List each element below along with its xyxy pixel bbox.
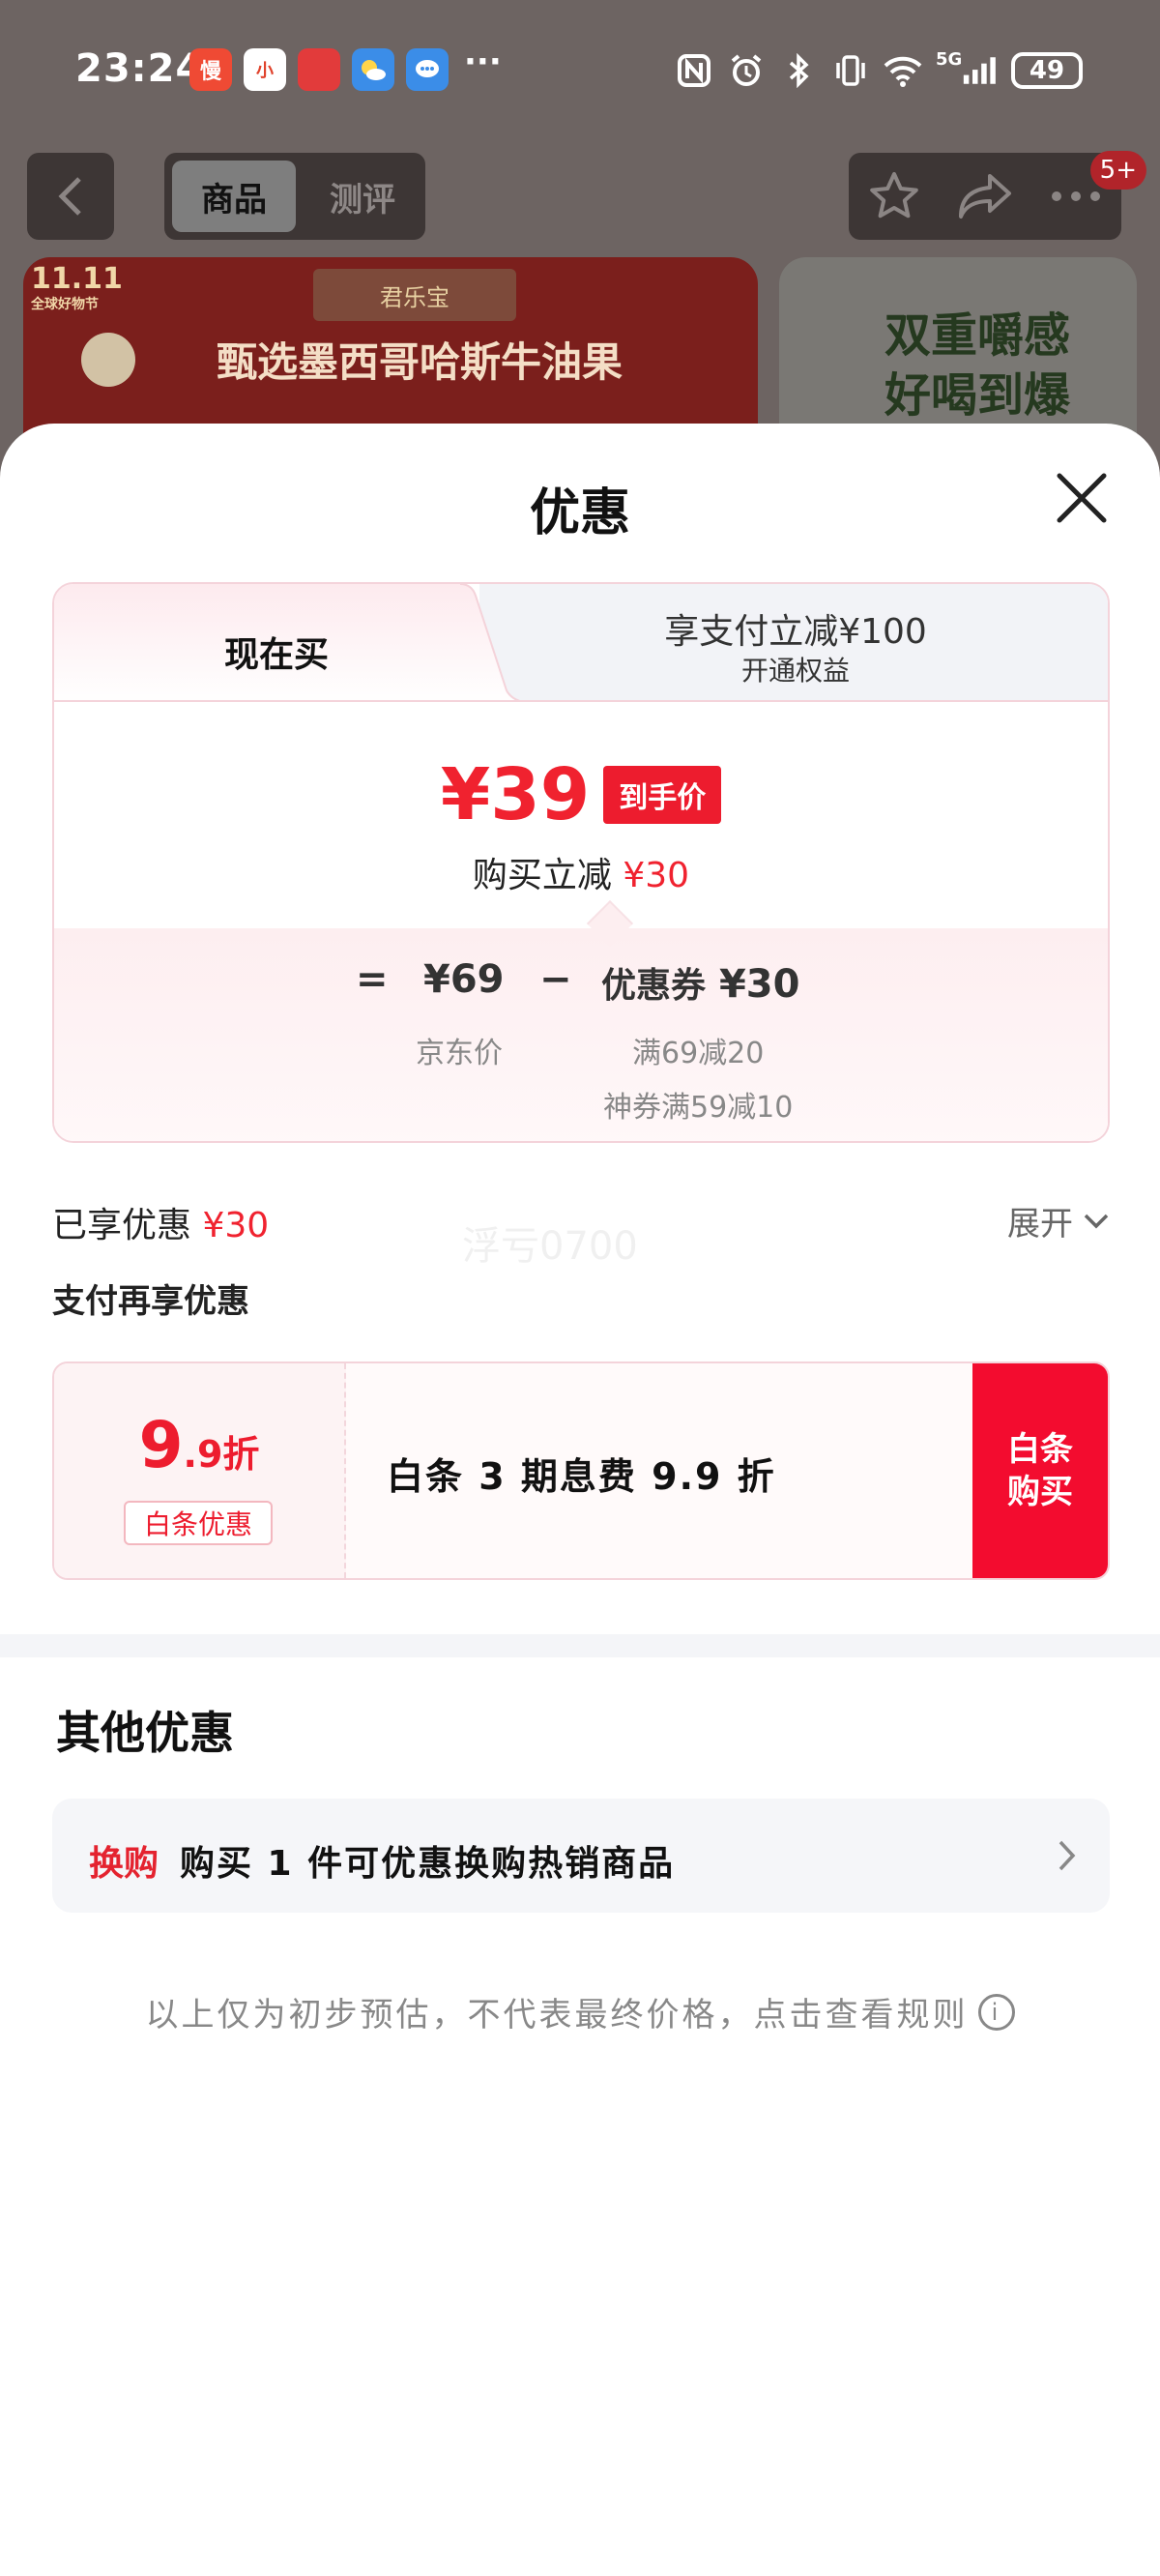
nav-actions <box>849 153 1121 240</box>
favorite-button[interactable] <box>849 153 940 240</box>
tab-buy-now-label: 现在买 <box>223 635 329 675</box>
tab-pay-discount[interactable]: 享支付立减¥100 开通权益 <box>479 584 1108 700</box>
enjoyed-label: 已享优惠 <box>52 1206 192 1245</box>
banner-title: 甄选墨西哥哈斯牛油果 <box>216 337 623 386</box>
tab-pay-title: 享支付立减¥100 <box>664 612 927 652</box>
baitiao-tag: 白条优惠 <box>124 1501 273 1545</box>
tab-review[interactable]: 测评 <box>309 161 416 232</box>
brand-name: 君乐宝 <box>380 283 450 311</box>
formula-jd-price: ¥69 <box>423 957 505 1002</box>
footnote-text: 以上仅为初步预估，不代表最终价格，点击查看规则 <box>145 1996 969 2034</box>
coupon-detail-1: 满69减20 <box>632 1037 765 1070</box>
message-icon <box>406 48 449 91</box>
nfc-icon <box>675 51 713 90</box>
double11-chip: 11.11 全球好物节 <box>31 262 128 325</box>
formula-coupon-label: 优惠券 <box>601 966 707 1006</box>
network-label: 5G <box>936 48 963 70</box>
swap-offer-row[interactable]: 换购 购买 1 件可优惠换购热销商品 <box>52 1799 1110 1913</box>
vibrate-icon <box>831 51 870 90</box>
system-icons: 5G 49 <box>675 48 1083 93</box>
baitiao-offer-card[interactable]: 9.9折 白条优惠 白条 3 期息费 9.9 折 白条 购买 <box>52 1361 1110 1580</box>
baitiao-buy-line1: 白条 <box>1007 1430 1073 1469</box>
signal-5g-icon: 5G <box>936 48 998 90</box>
share-icon <box>959 174 1011 219</box>
info-icon: i <box>977 1993 1015 2031</box>
baitiao-buy-button[interactable]: 白条 购买 <box>972 1363 1108 1578</box>
instant-discount-label: 购买立减 <box>472 856 612 895</box>
other-offers-title: 其他优惠 <box>56 1707 234 1759</box>
baitiao-discount-small: .9折 <box>183 1433 260 1476</box>
brand-logo-icon <box>81 333 135 387</box>
price-detail: ¥39 到手价 购买立减 ¥30 = ¥69 − 优惠券 ¥30 京东价 满69… <box>54 700 1108 1141</box>
double11-label: 11.11 <box>31 262 123 296</box>
more-notifications-icon: ··· <box>464 43 502 81</box>
share-button[interactable] <box>940 153 1030 240</box>
baitiao-discount-panel: 9.9折 白条优惠 <box>54 1363 346 1578</box>
enjoyed-value: ¥30 <box>202 1206 270 1245</box>
banner-secondary-text: 双重嚼感 好喝到爆 <box>884 308 1070 423</box>
final-price: ¥39 <box>440 753 591 836</box>
watermark: 浮亏0700 <box>462 1224 638 1269</box>
section-divider <box>0 1634 1160 1657</box>
wifi-icon <box>884 51 922 90</box>
expand-button[interactable]: 展开 <box>1007 1197 1110 1244</box>
price-card: 享支付立减¥100 开通权益 现在买 ¥39 到手价 购买立减 ¥30 = ¥6… <box>52 582 1110 1143</box>
formula-coupon-value: ¥30 <box>718 962 800 1007</box>
tab-product[interactable]: 商品 <box>172 161 296 232</box>
enjoyed-discount: 已享优惠 ¥30 <box>52 1197 269 1247</box>
weather-icon <box>352 48 394 91</box>
tab-pay-sub: 开通权益 <box>740 655 850 687</box>
final-price-row: ¥39 到手价 <box>54 758 1108 832</box>
chevron-left-icon <box>58 177 81 216</box>
notification-badge: 5+ <box>1089 151 1146 190</box>
alarm-icon <box>727 51 766 90</box>
pay-more-label: 支付再享优惠 <box>52 1282 249 1321</box>
formula-notch <box>586 899 634 948</box>
instant-discount-value: ¥30 <box>623 856 690 895</box>
rules-footnote[interactable]: 以上仅为初步预估，不代表最终价格，点击查看规则 i <box>0 1988 1160 2035</box>
coupon-detail-2: 神券满59减10 <box>603 1091 794 1125</box>
close-icon <box>1057 473 1107 523</box>
status-time: 23:24 <box>75 46 204 91</box>
close-button[interactable] <box>1052 468 1112 528</box>
bluetooth-icon <box>779 51 818 90</box>
formula-equals: = <box>356 957 389 1002</box>
slow-app-icon: 慢 <box>189 48 232 91</box>
swap-tag: 换购 <box>89 1844 160 1884</box>
swap-text: 购买 1 件可优惠换购热销商品 <box>180 1844 676 1884</box>
baitiao-discount: 9.9折 <box>54 1408 344 1482</box>
jd-price-label: 京东价 <box>416 1037 503 1070</box>
baitiao-discount-big: 9 <box>138 1408 184 1482</box>
formula-coupon: 优惠券 ¥30 <box>601 957 799 1008</box>
star-icon <box>870 172 918 219</box>
more-dots-icon <box>1052 191 1100 201</box>
sheet-title: 优惠 <box>529 484 630 542</box>
expand-label: 展开 <box>1007 1205 1073 1244</box>
status-bar: 23:24 慢 小 ··· 5G 49 <box>0 0 1160 135</box>
formula-minus: − <box>539 957 572 1002</box>
cartoon-app-icon <box>298 48 340 91</box>
back-button[interactable] <box>27 153 114 240</box>
baitiao-text: 白条 3 期息费 9.9 折 <box>387 1455 776 1498</box>
final-price-tag: 到手价 <box>603 766 722 824</box>
battery-icon: 49 <box>1011 52 1083 89</box>
tab-buy-now[interactable]: 现在买 <box>54 584 537 704</box>
chevron-right-icon <box>1058 1840 1076 1871</box>
instant-discount-line: 购买立减 ¥30 <box>54 847 1108 897</box>
chevron-down-icon <box>1084 1214 1109 1228</box>
price-formula: = ¥69 − 优惠券 ¥30 京东价 满69减20 神券满59减10 <box>54 899 1108 1141</box>
brand-badge: 君乐宝 <box>313 269 516 321</box>
product-segment-control: 商品 测评 <box>164 153 425 240</box>
discount-sheet: 优惠 享支付立减¥100 开通权益 现在买 ¥39 到手价 购买立减 ¥30 =… <box>0 424 1160 2576</box>
baitiao-buy-line2: 购买 <box>1007 1473 1073 1511</box>
xiaohongshu-icon: 小 <box>244 48 286 91</box>
